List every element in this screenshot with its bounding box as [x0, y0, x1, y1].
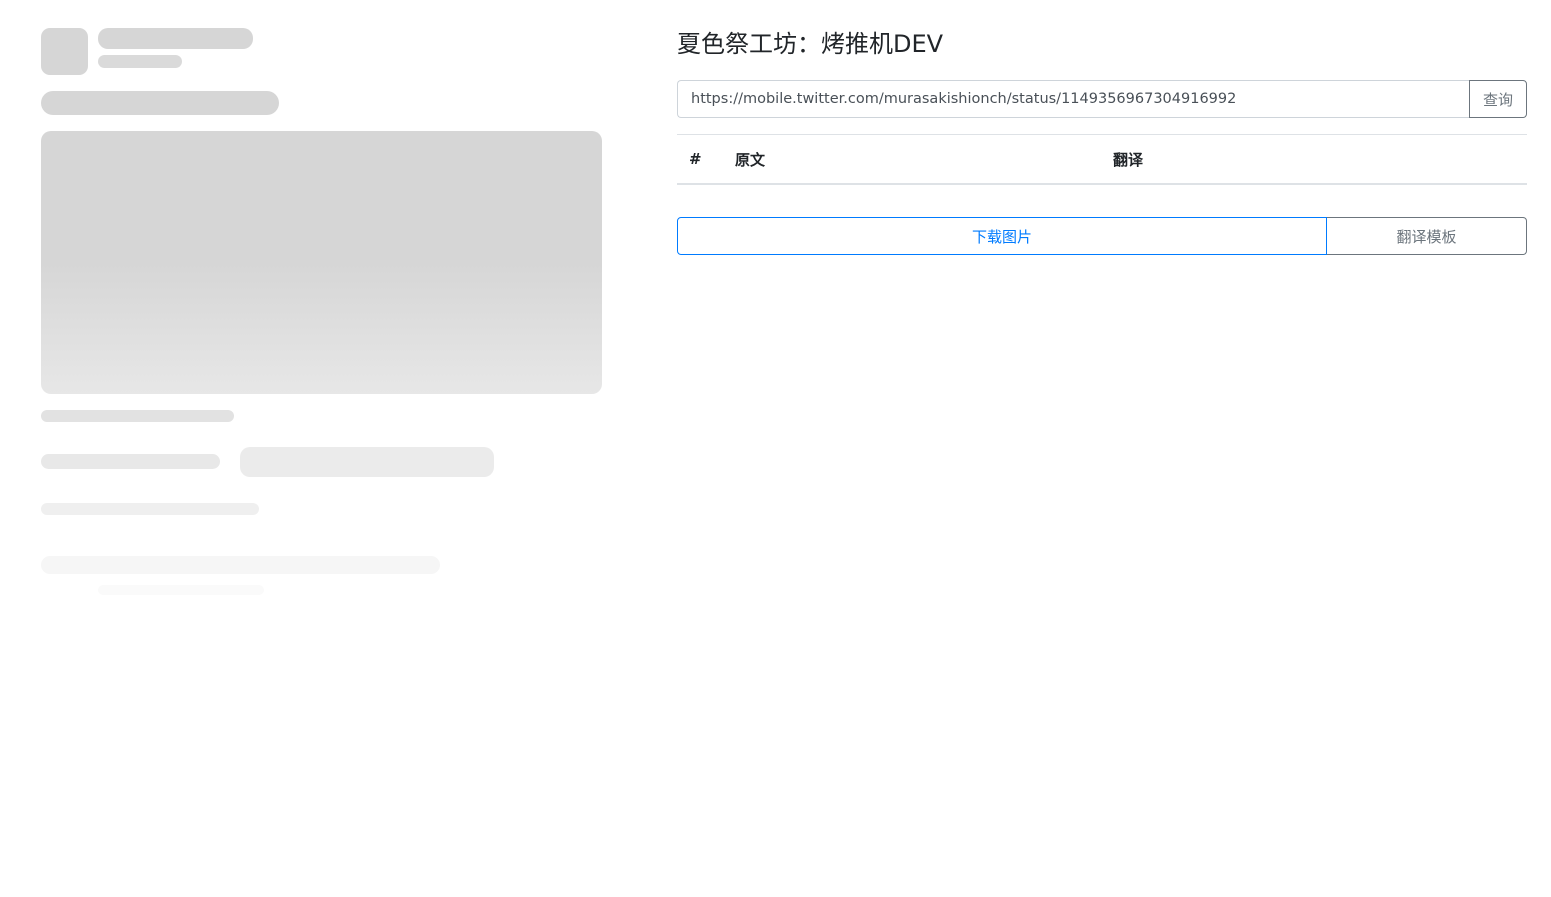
table-header-row: # 原文 翻译	[677, 134, 1527, 185]
tweet-url-input[interactable]	[677, 80, 1469, 118]
action-button-group: 下载图片 翻译模板	[677, 217, 1527, 255]
download-image-button[interactable]: 下载图片	[677, 217, 1327, 255]
skeleton-line	[41, 556, 440, 574]
skeleton-line	[41, 503, 259, 515]
tweet-preview-skeleton	[41, 28, 602, 608]
skeleton-display-name	[98, 28, 253, 49]
url-query-group: 查询	[677, 80, 1527, 118]
skeleton-line	[41, 410, 234, 422]
skeleton-tweet-text	[41, 91, 279, 115]
skeleton-avatar	[41, 28, 88, 75]
skeleton-media	[41, 131, 602, 394]
skeleton-handle	[98, 55, 182, 68]
skeleton-line	[41, 454, 220, 469]
query-button[interactable]: 查询	[1469, 80, 1527, 118]
skeleton-line	[98, 585, 264, 595]
page: 夏色祭工坊：烤推机DEV 查询 # 原文 翻译 下载图片 翻译模板	[0, 0, 1551, 897]
column-header-number: #	[677, 134, 735, 185]
translation-template-button[interactable]: 翻译模板	[1327, 217, 1527, 255]
page-title: 夏色祭工坊：烤推机DEV	[677, 30, 944, 58]
translation-table-wrapper: # 原文 翻译	[677, 134, 1527, 185]
control-panel: 夏色祭工坊：烤推机DEV 查询 # 原文 翻译 下载图片 翻译模板	[677, 26, 1527, 255]
column-header-original: 原文	[735, 134, 1113, 185]
skeleton-block	[240, 447, 494, 477]
column-header-translation: 翻译	[1113, 134, 1527, 185]
translation-table: # 原文 翻译	[677, 134, 1527, 185]
